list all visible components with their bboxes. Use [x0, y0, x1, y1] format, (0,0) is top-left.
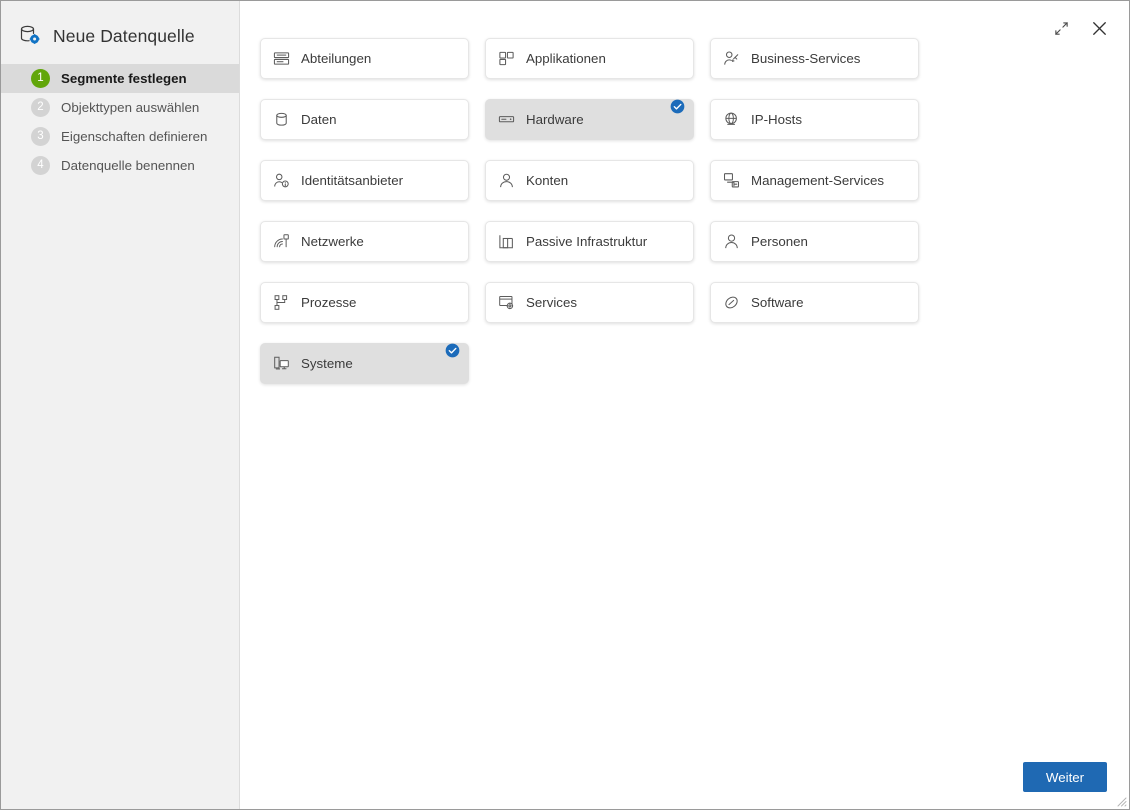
segment-label: Hardware: [526, 112, 584, 127]
sidebar-step-datenquelle-benennen[interactable]: 4 Datenquelle benennen: [1, 151, 239, 180]
segment-label: Passive Infrastruktur: [526, 234, 647, 249]
step-label: Datenquelle benennen: [61, 158, 195, 173]
segment-label: Identitätsanbieter: [301, 173, 403, 188]
segment-card-ip-hosts[interactable]: IP-Hosts: [710, 99, 919, 140]
segment-card-prozesse[interactable]: Prozesse: [260, 282, 469, 323]
management-services-icon: [722, 172, 740, 190]
segment-card-passive-infrastruktur[interactable]: Passive Infrastruktur: [485, 221, 694, 262]
segment-card-hardware[interactable]: Hardware: [485, 99, 694, 140]
segment-label: Management-Services: [751, 173, 884, 188]
segment-label: Systeme: [301, 356, 353, 371]
passive-infrastructure-icon: [497, 233, 515, 251]
departments-icon: [272, 50, 290, 68]
segment-card-grid: Abteilungen Applikationen: [260, 38, 940, 384]
step-label: Eigenschaften definieren: [61, 129, 207, 144]
segment-card-daten[interactable]: Daten: [260, 99, 469, 140]
person-icon: [722, 233, 740, 251]
segment-card-netzwerke[interactable]: Netzwerke: [260, 221, 469, 262]
sidebar-step-objekttypen-auswaehlen[interactable]: 2 Objekttypen auswählen: [1, 93, 239, 122]
segment-card-business-services[interactable]: Business-Services: [710, 38, 919, 79]
segment-label: Abteilungen: [301, 51, 371, 66]
step-label: Objekttypen auswählen: [61, 100, 199, 115]
services-window-icon: [497, 294, 515, 312]
selected-check-icon: [670, 99, 685, 114]
new-datasource-dialog: Neue Datenquelle 1 Segmente festlegen 2 …: [0, 0, 1130, 810]
globe-host-icon: [722, 111, 740, 129]
dialog-title-bar: Neue Datenquelle: [1, 1, 239, 53]
segment-label: Konten: [526, 173, 568, 188]
segment-card-services[interactable]: Services: [485, 282, 694, 323]
sidebar-step-segmente-festlegen[interactable]: 1 Segmente festlegen: [1, 64, 239, 93]
close-icon: [1091, 20, 1108, 37]
identity-provider-icon: [272, 172, 290, 190]
network-signal-icon: [272, 233, 290, 251]
segment-label: Software: [751, 295, 803, 310]
step-number: 1: [31, 69, 50, 88]
step-number: 2: [31, 98, 50, 117]
segment-label: Daten: [301, 112, 336, 127]
segment-label: Applikationen: [526, 51, 606, 66]
systems-devices-icon: [272, 355, 290, 373]
segment-card-software[interactable]: Software: [710, 282, 919, 323]
data-cylinder-icon: [272, 111, 290, 129]
main-content: Abteilungen Applikationen: [240, 1, 1129, 809]
segment-label: Netzwerke: [301, 234, 364, 249]
expand-diagonal-icon: [1054, 21, 1069, 36]
step-label: Segmente festlegen: [61, 71, 187, 86]
segment-label: Personen: [751, 234, 808, 249]
business-services-icon: [722, 50, 740, 68]
sidebar-step-eigenschaften-definieren[interactable]: 3 Eigenschaften definieren: [1, 122, 239, 151]
segment-card-konten[interactable]: Konten: [485, 160, 694, 201]
segment-card-management-services[interactable]: Management-Services: [710, 160, 919, 201]
step-number: 3: [31, 127, 50, 146]
maximize-button[interactable]: [1047, 15, 1075, 41]
next-button[interactable]: Weiter: [1023, 762, 1107, 792]
selected-check-icon: [445, 343, 460, 358]
wizard-sidebar: Neue Datenquelle 1 Segmente festlegen 2 …: [1, 1, 240, 809]
close-button[interactable]: [1085, 15, 1113, 41]
applications-icon: [497, 50, 515, 68]
step-number: 4: [31, 156, 50, 175]
segment-card-personen[interactable]: Personen: [710, 221, 919, 262]
segment-label: IP-Hosts: [751, 112, 802, 127]
segment-card-applikationen[interactable]: Applikationen: [485, 38, 694, 79]
segment-card-abteilungen[interactable]: Abteilungen: [260, 38, 469, 79]
page-title: Neue Datenquelle: [53, 26, 195, 47]
segment-label: Business-Services: [751, 51, 860, 66]
hardware-icon: [497, 111, 515, 129]
account-person-icon: [497, 172, 515, 190]
window-controls: [1047, 15, 1113, 41]
process-tree-icon: [272, 294, 290, 312]
wizard-steps: 1 Segmente festlegen 2 Objekttypen auswä…: [1, 64, 239, 180]
segment-card-systeme[interactable]: Systeme: [260, 343, 469, 384]
segment-card-identitaetsanbieter[interactable]: Identitätsanbieter: [260, 160, 469, 201]
segment-label: Prozesse: [301, 295, 356, 310]
dialog-footer: Weiter: [1023, 762, 1107, 792]
database-settings-icon: [17, 23, 43, 49]
resize-grip-icon[interactable]: [1113, 793, 1127, 807]
segment-label: Services: [526, 295, 577, 310]
software-disc-icon: [722, 294, 740, 312]
